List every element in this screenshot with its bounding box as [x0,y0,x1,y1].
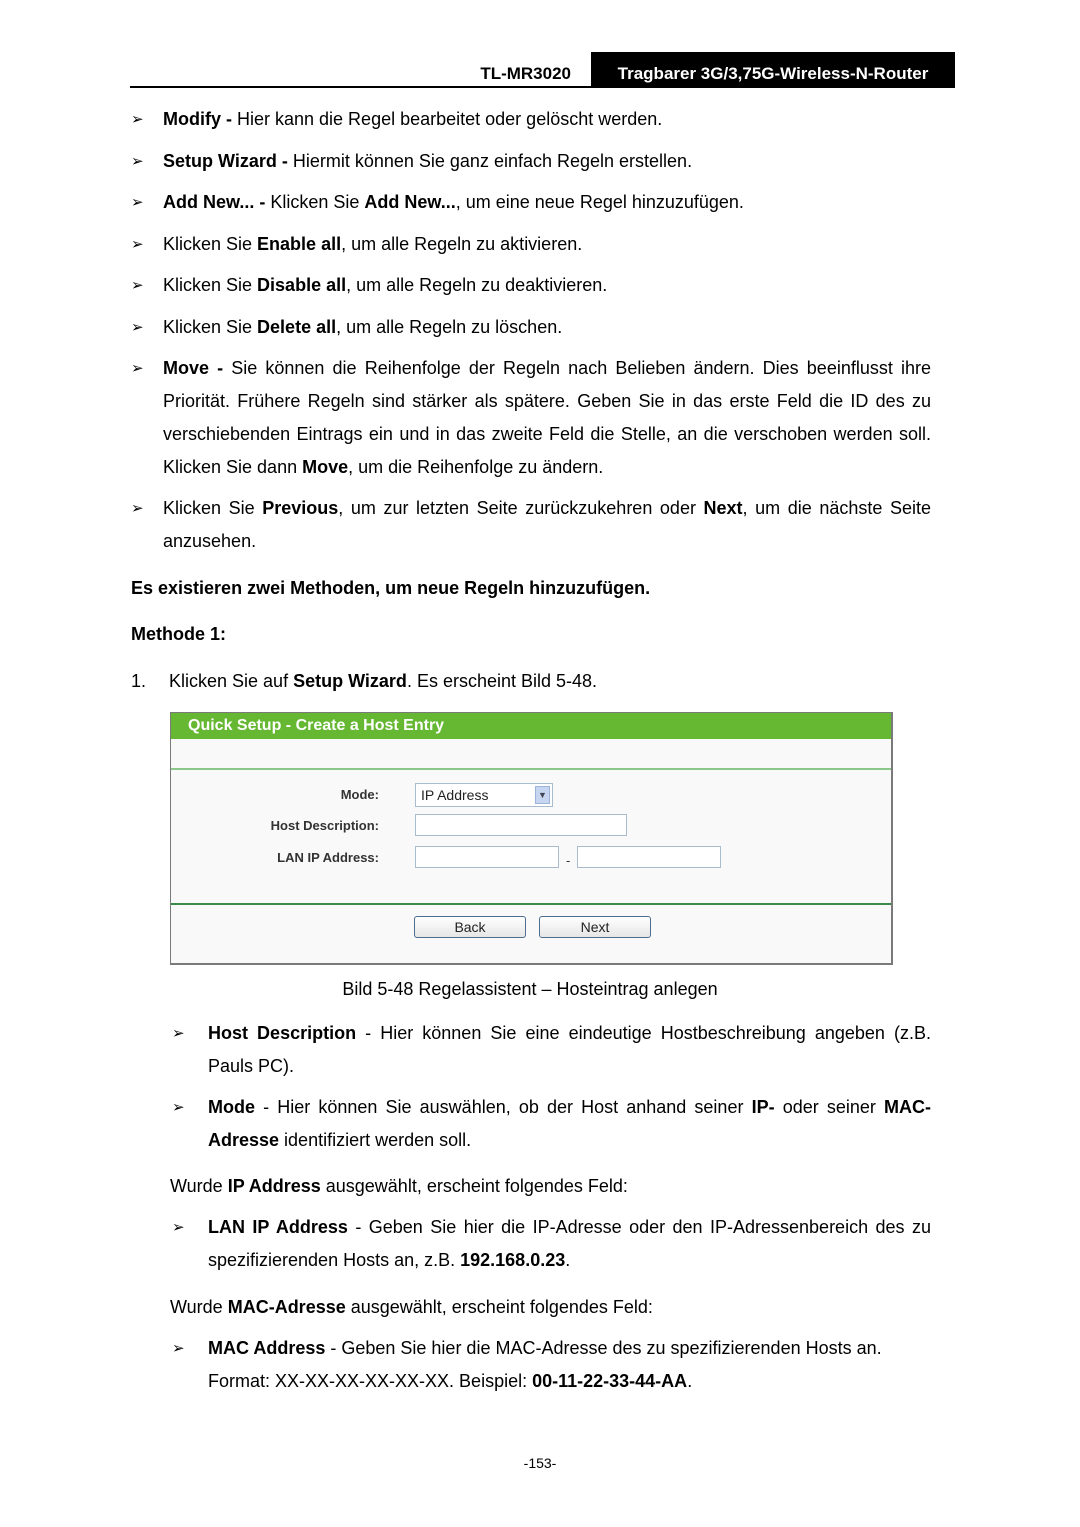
page-header: TL-MR3020 Tragbarer 3G/3,75G-Wireless-N-… [130,52,955,88]
bullet-icon: ➢ [131,277,144,294]
list-item-enable-all: Klicken Sie Enable all, um alle Regeln z… [163,234,583,254]
chevron-down-icon[interactable]: ▼ [535,786,550,804]
mode-select-value: IP Address [421,787,489,803]
lan-ip-label: LAN IP Address: [277,850,379,865]
method-heading: Methode 1: [131,624,227,644]
list-item-move: Move - Sie können die Reihenfolge der Re… [163,358,931,477]
bullet-icon: ➢ [131,194,144,211]
bullet-icon: ➢ [131,236,144,253]
list-item-host-description: Host Description - Hier können Sie eine … [208,1023,931,1076]
list-item-mode: Mode - Hier können Sie auswählen, ob der… [208,1097,931,1150]
mode-label: Mode: [340,787,379,802]
section-heading: Es existieren zwei Methoden, um neue Reg… [131,578,651,598]
ip-address-intro: Wurde IP Address ausgewählt, erscheint f… [170,1176,628,1196]
bullet-icon: ➢ [131,500,144,517]
list-item-setup-wizard: Setup Wizard - Hiermit können Sie ganz e… [163,151,693,171]
range-dash: - [566,853,571,868]
header-model: TL-MR3020 [480,64,571,83]
list-item-modify: Modify - Hier kann die Regel bearbeitet … [163,109,663,129]
divider [171,903,891,905]
quick-setup-subbar [171,739,891,770]
bullet-icon: ➢ [172,1219,185,1236]
list-item-mac-address: MAC Address - Geben Sie hier die MAC-Adr… [208,1338,882,1391]
list-item-add-new: Add New... - Klicken Sie Add New..., um … [163,192,744,212]
lan-ip-to-input[interactable] [577,846,721,868]
header-rule [130,86,955,88]
bullet-icon: ➢ [131,153,144,170]
lan-ip-from-input[interactable] [415,846,559,868]
quick-setup-title: Quick Setup - Create a Host Entry [171,713,891,739]
quick-setup-screenshot: Quick Setup - Create a Host Entry Mode: … [170,712,893,965]
bullet-icon: ➢ [131,319,144,336]
list-item-lan-ip-address: LAN IP Address - Geben Sie hier die IP-A… [208,1217,931,1270]
step-number: 1. [131,671,147,691]
figure-caption: Bild 5-48 Regelassistent – Hosteintrag a… [342,979,718,999]
host-description-input[interactable] [415,814,627,836]
mac-address-intro: Wurde MAC-Adresse ausgewählt, erscheint … [170,1297,653,1317]
list-item-disable-all: Klicken Sie Disable all, um alle Regeln … [163,275,608,295]
bullet-icon: ➢ [172,1099,185,1116]
bullet-icon: ➢ [131,111,144,128]
step-1-text: Klicken Sie auf Setup Wizard. Es erschei… [169,671,598,691]
list-item-delete-all: Klicken Sie Delete all, um alle Regeln z… [163,317,563,337]
list-item-previous-next: Klicken Sie Previous, um zur letzten Sei… [163,498,931,551]
bullet-icon: ➢ [131,360,144,377]
bullet-icon: ➢ [172,1025,185,1042]
mode-select[interactable]: IP Address ▼ [415,783,553,807]
next-button[interactable]: Next [539,916,651,938]
page-number: -153- [523,1455,557,1471]
host-description-label: Host Description: [270,818,379,833]
header-title: Tragbarer 3G/3,75G-Wireless-N-Router [591,52,955,88]
back-button[interactable]: Back [414,916,526,938]
bullet-icon: ➢ [172,1340,185,1357]
